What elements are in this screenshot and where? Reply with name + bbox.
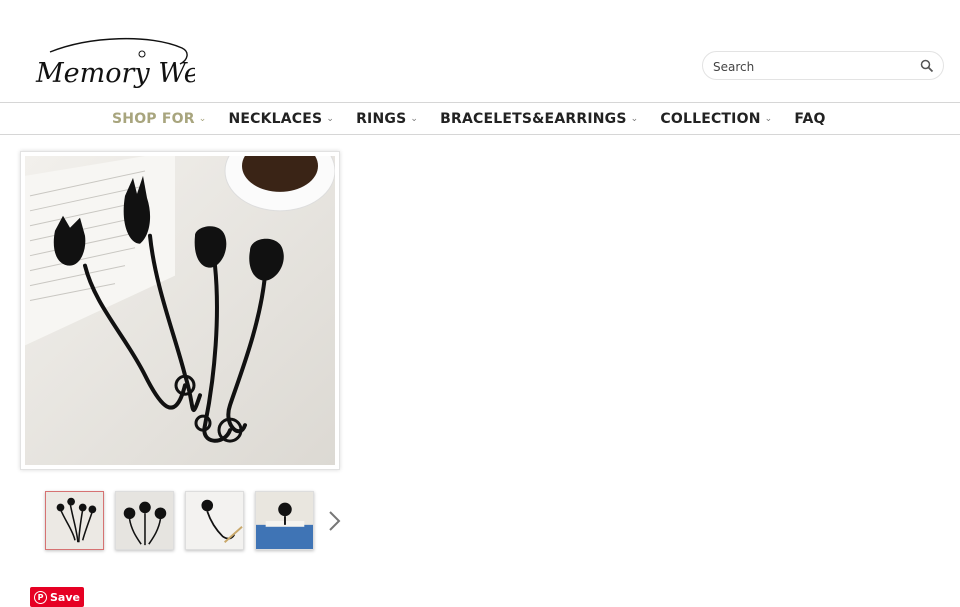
main-navigation: SHOP FOR ⌄ NECKLACES ⌄ RINGS ⌄ BRACELETS… <box>0 103 960 135</box>
search-icon[interactable] <box>920 59 934 73</box>
thumbnail-image <box>256 492 313 549</box>
thumbnail-2[interactable] <box>115 491 174 550</box>
search-box <box>702 51 944 80</box>
nav-item-necklaces[interactable]: NECKLACES ⌄ <box>228 111 334 127</box>
nav-item-collection[interactable]: COLLECTION ⌄ <box>660 111 772 127</box>
chevron-down-icon: ⌄ <box>764 114 773 124</box>
chevron-down-icon: ⌄ <box>630 114 639 124</box>
nav-item-faq[interactable]: FAQ <box>794 111 825 127</box>
logo-mark: Memory We <box>35 37 200 89</box>
chevron-down-icon: ⌄ <box>410 114 419 124</box>
save-label: Save <box>50 590 80 604</box>
site-header: Memory We <box>0 0 960 103</box>
nav-item-label: BRACELETS&EARRINGS <box>440 111 627 127</box>
thumbnail-1[interactable] <box>45 491 104 550</box>
thumbnail-image <box>116 492 173 549</box>
thumbnail-strip <box>45 491 345 550</box>
thumbnail-3[interactable] <box>185 491 244 550</box>
nav-item-label: SHOP FOR <box>112 111 195 127</box>
nav-item-label: NECKLACES <box>228 111 323 127</box>
nav-item-label: COLLECTION <box>660 111 761 127</box>
nav-item-label: FAQ <box>794 111 826 127</box>
thumbnail-image <box>186 492 243 549</box>
nav-item-label: RINGS <box>356 111 407 127</box>
chevron-right-icon[interactable] <box>325 506 345 536</box>
nav-item-bracelets-earrings[interactable]: BRACELETS&EARRINGS ⌄ <box>440 111 638 127</box>
product-photo <box>25 156 335 465</box>
thumbnail-image <box>46 492 103 549</box>
nav-item-rings[interactable]: RINGS ⌄ <box>356 111 418 127</box>
pinterest-icon: P <box>34 590 47 604</box>
nav-item-shop-for[interactable]: SHOP FOR ⌄ <box>112 111 206 127</box>
logo-text: Memory We <box>35 58 195 89</box>
search-input[interactable] <box>713 57 908 76</box>
product-main-image[interactable] <box>20 151 340 470</box>
chevron-down-icon: ⌄ <box>198 114 207 124</box>
brand-logo[interactable]: Memory We <box>30 34 200 94</box>
pinterest-save-button[interactable]: P Save <box>30 587 84 607</box>
thumbnail-4[interactable] <box>255 491 314 550</box>
chevron-down-icon: ⌄ <box>326 114 335 124</box>
